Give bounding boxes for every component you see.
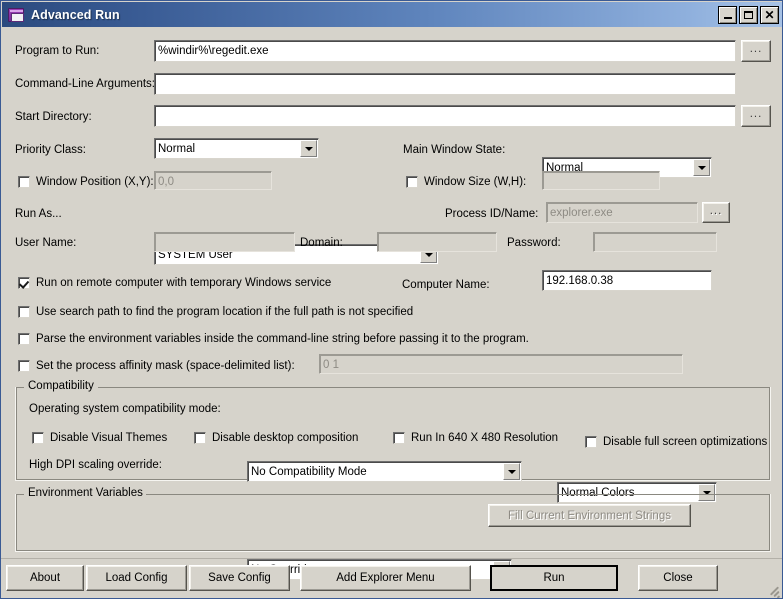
parse-environment-variables-label: Parse the environment variables inside t… bbox=[36, 333, 529, 345]
disable-visual-themes-label: Disable Visual Themes bbox=[50, 432, 168, 444]
window-position-input[interactable]: 0,0 bbox=[154, 171, 272, 190]
command-line-arguments-input[interactable] bbox=[154, 73, 736, 95]
load-config-button[interactable]: Load Config bbox=[86, 565, 187, 591]
run-as-label: Run As... bbox=[15, 208, 62, 220]
program-to-run-label: Program to Run: bbox=[15, 45, 100, 57]
disable-fullscreen-optimizations-label: Disable full screen optimizations bbox=[603, 436, 768, 448]
minimize-button[interactable] bbox=[718, 6, 737, 24]
start-directory-browse-button[interactable]: ... bbox=[741, 105, 771, 127]
computer-name-input[interactable]: 192.168.0.38 bbox=[542, 270, 712, 291]
password-input[interactable] bbox=[593, 232, 717, 252]
high-dpi-scaling-override-label: High DPI scaling override: bbox=[29, 459, 162, 471]
title-bar[interactable]: Advanced Run ✕ bbox=[2, 2, 782, 27]
chevron-down-icon[interactable] bbox=[503, 463, 520, 480]
main-window-state-label: Main Window State: bbox=[403, 144, 506, 156]
program-browse-button[interactable]: ... bbox=[741, 40, 771, 62]
os-compatibility-mode-value: No Compatibility Mode bbox=[251, 466, 367, 478]
start-directory-input[interactable] bbox=[154, 105, 736, 127]
checkbox-box[interactable] bbox=[406, 176, 418, 188]
password-label: Password: bbox=[507, 237, 561, 249]
footer-divider bbox=[1, 558, 782, 559]
priority-class-value: Normal bbox=[158, 143, 196, 155]
checkbox-box[interactable] bbox=[18, 277, 30, 289]
window-controls: ✕ bbox=[718, 6, 779, 24]
user-name-input[interactable] bbox=[154, 232, 295, 252]
add-explorer-menu-button[interactable]: Add Explorer Menu bbox=[300, 565, 471, 591]
about-button[interactable]: About bbox=[6, 565, 84, 591]
domain-label: Domain: bbox=[300, 237, 343, 249]
process-affinity-mask-input[interactable]: 0 1 bbox=[319, 354, 683, 374]
run-in-640x480-label: Run In 640 X 480 Resolution bbox=[411, 432, 559, 444]
process-id-browse-button[interactable]: ... bbox=[702, 202, 730, 223]
chevron-down-icon[interactable] bbox=[300, 140, 317, 157]
fill-current-environment-strings-button[interactable]: Fill Current Environment Strings bbox=[488, 504, 691, 527]
priority-class-select[interactable]: Normal bbox=[154, 138, 319, 159]
use-search-path-checkbox[interactable]: Use search path to find the program loca… bbox=[18, 305, 413, 319]
disable-visual-themes-checkbox[interactable]: Disable Visual Themes bbox=[32, 431, 167, 445]
domain-input[interactable] bbox=[377, 232, 497, 252]
window-size-input[interactable] bbox=[542, 171, 660, 190]
process-id-name-input[interactable]: explorer.exe bbox=[546, 202, 698, 223]
window-position-checkbox[interactable]: Window Position (X,Y): bbox=[18, 175, 154, 189]
checkbox-box[interactable] bbox=[18, 360, 30, 372]
save-config-button[interactable]: Save Config bbox=[189, 565, 290, 591]
compatibility-group-title: Compatibility bbox=[25, 380, 97, 392]
window-position-label: Window Position (X,Y): bbox=[36, 176, 154, 188]
command-line-arguments-label: Command-Line Arguments: bbox=[15, 78, 155, 90]
disable-fullscreen-optimizations-checkbox[interactable]: Disable full screen optimizations bbox=[585, 435, 767, 449]
checkbox-box[interactable] bbox=[194, 432, 206, 444]
computer-name-label: Computer Name: bbox=[402, 279, 490, 291]
process-affinity-mask-checkbox[interactable]: Set the process affinity mask (space-del… bbox=[18, 359, 295, 373]
maximize-button[interactable] bbox=[739, 6, 758, 24]
priority-class-label: Priority Class: bbox=[15, 144, 86, 156]
run-on-remote-computer-checkbox[interactable]: Run on remote computer with temporary Wi… bbox=[18, 276, 331, 290]
checkbox-box[interactable] bbox=[32, 432, 44, 444]
close-button-footer[interactable]: Close bbox=[638, 565, 718, 591]
start-directory-label: Start Directory: bbox=[15, 111, 92, 123]
os-compatibility-mode-label: Operating system compatibility mode: bbox=[29, 403, 221, 415]
checkbox-box[interactable] bbox=[18, 306, 30, 318]
run-on-remote-computer-label: Run on remote computer with temporary Wi… bbox=[36, 277, 332, 289]
app-window-icon bbox=[8, 7, 24, 22]
window-size-checkbox[interactable]: Window Size (W,H): bbox=[406, 175, 526, 189]
program-to-run-input[interactable]: %windir%\regedit.exe bbox=[154, 40, 736, 62]
advanced-run-window: Advanced Run ✕ Program to Run: %windir%\… bbox=[0, 0, 783, 599]
window-title: Advanced Run bbox=[31, 7, 120, 22]
parse-environment-variables-checkbox[interactable]: Parse the environment variables inside t… bbox=[18, 332, 529, 346]
resize-grip[interactable] bbox=[765, 581, 781, 598]
window-size-label: Window Size (W,H): bbox=[424, 176, 527, 188]
environment-variables-group-title: Environment Variables bbox=[25, 487, 146, 499]
checkbox-box[interactable] bbox=[393, 432, 405, 444]
checkbox-box[interactable] bbox=[585, 436, 597, 448]
os-compatibility-mode-select[interactable]: No Compatibility Mode bbox=[247, 461, 522, 482]
process-affinity-mask-label: Set the process affinity mask (space-del… bbox=[36, 360, 295, 372]
checkbox-box[interactable] bbox=[18, 176, 30, 188]
user-name-label: User Name: bbox=[15, 237, 77, 249]
process-id-name-label: Process ID/Name: bbox=[445, 208, 539, 220]
disable-desktop-composition-checkbox[interactable]: Disable desktop composition bbox=[194, 431, 358, 445]
run-button[interactable]: Run bbox=[490, 565, 618, 591]
disable-desktop-composition-label: Disable desktop composition bbox=[212, 432, 359, 444]
run-in-640x480-checkbox[interactable]: Run In 640 X 480 Resolution bbox=[393, 431, 558, 445]
chevron-down-icon[interactable] bbox=[693, 159, 710, 176]
use-search-path-label: Use search path to find the program loca… bbox=[36, 306, 414, 318]
checkbox-box[interactable] bbox=[18, 333, 30, 345]
close-button[interactable]: ✕ bbox=[760, 6, 779, 24]
